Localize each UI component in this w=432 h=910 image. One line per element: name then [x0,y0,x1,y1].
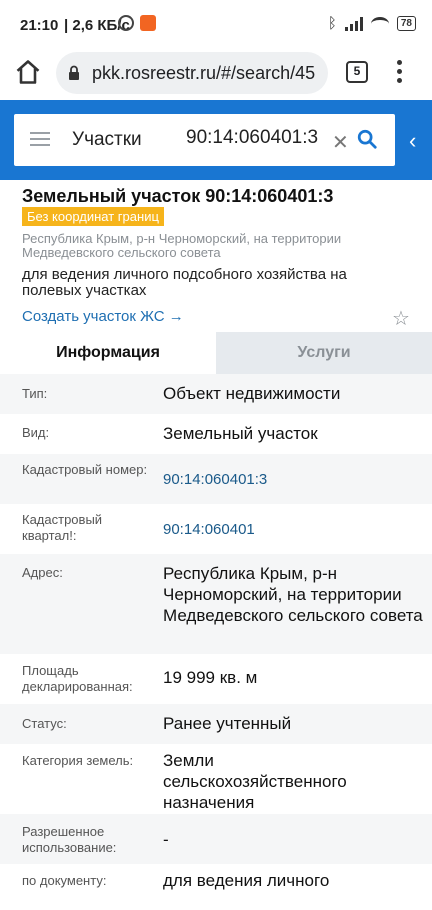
detail-row-area: Площадь декларированная: 19 999 кв. м [0,654,432,704]
detail-value: Земельный участок [163,424,318,443]
detail-label: Статус: [22,716,67,731]
detail-row-status: Статус: Ранее учтенный [0,704,432,744]
search-input[interactable] [186,127,336,149]
detail-row-cadastral-quarter: Кадастровый квартал!: 90:14:060401 [0,504,432,554]
detail-row-permitted-use: Разрешенное использование: - [0,814,432,864]
search-box: Участки ✕ [14,114,395,166]
app-notification-icon [140,15,156,31]
status-bar: 21:10 | 2,6 КБ/с ᛒ 78 [0,0,432,50]
detail-value: для ведения личного [163,871,330,890]
detail-value: Республика Крым, р-н Черноморский, на те… [163,564,423,625]
create-plot-link[interactable]: Создать участок ЖС → [22,308,184,325]
detail-row-cadastral-number: Кадастровый номер: 90:14:060401:3 [0,454,432,504]
home-icon[interactable] [14,58,42,86]
object-card: Земельный участок 90:14:060401:3 Без коо… [0,180,432,332]
search-icon[interactable] [356,128,378,150]
wifi-icon [370,16,389,31]
address-bar[interactable]: pkk.rosreestr.ru/#/search/45 [56,52,328,94]
status-badge: Без координат границ [22,207,164,226]
search-type-selector[interactable]: Участки [72,129,142,151]
detail-label: Разрешенное использование: [22,824,117,855]
lock-icon [69,65,79,80]
detail-row-address: Адрес: Республика Крым, р-н Черноморский… [0,554,432,654]
detail-row-by-document: по документу: для ведения личного [0,864,432,900]
detail-label: Категория земель: [22,753,134,768]
detail-value: Ранее учтенный [163,714,292,733]
cadastral-quarter-link[interactable]: 90:14:060401 [163,519,423,540]
object-title: Земельный участок 90:14:060401:3 [22,186,334,206]
detail-label: по документу: [22,873,107,888]
detail-label: Адрес: [22,565,63,580]
detail-row-land-category: Категория земель: Земли сельскохозяйстве… [0,744,432,814]
chevron-left-icon[interactable]: ‹ [409,128,416,154]
battery-indicator: 78 [396,16,416,31]
detail-label: Тип: [22,386,48,401]
star-icon[interactable]: ☆ [392,306,410,331]
detail-label: Кадастровый квартал!: [22,512,103,543]
object-address: Республика Крым, р-н Черноморский, на те… [22,231,342,260]
cadastral-number-link[interactable]: 90:14:060401:3 [163,469,423,490]
browser-toolbar: pkk.rosreestr.ru/#/search/45 5 [0,50,432,100]
bluetooth-icon: ᛒ [327,15,337,32]
detail-value: Объект недвижимости [163,384,341,403]
object-purpose: для ведения личного подсобного хозяйства… [22,266,347,299]
detail-value: 19 999 кв. м [163,668,258,687]
details-table: Тип: Объект недвижимости Вид: Земельный … [0,374,432,900]
detail-value: Земли сельскохозяйственного назначения [163,751,347,812]
detail-label: Кадастровый номер: [22,462,148,477]
alarm-icon [118,15,134,31]
tab-switcher-button[interactable]: 5 [346,61,368,83]
browser-menu-icon[interactable] [397,60,403,86]
detail-row-type: Тип: Объект недвижимости [0,374,432,414]
hamburger-icon[interactable] [30,132,50,146]
detail-label: Вид: [22,425,50,440]
detail-row-kind: Вид: Земельный участок [0,414,432,454]
status-time: 21:10 [20,17,59,34]
detail-label: Площадь декларированная: [22,663,133,694]
clear-icon[interactable]: ✕ [332,130,349,155]
search-header: Участки ✕ ‹ [0,100,432,180]
url-text[interactable]: pkk.rosreestr.ru/#/search/45 [92,63,320,84]
tab-services[interactable]: Услуги [216,332,432,374]
tab-information[interactable]: Информация [0,332,216,374]
detail-value: - [163,830,169,849]
signal-icon [344,16,363,31]
tab-bar: Информация Услуги [0,332,432,374]
